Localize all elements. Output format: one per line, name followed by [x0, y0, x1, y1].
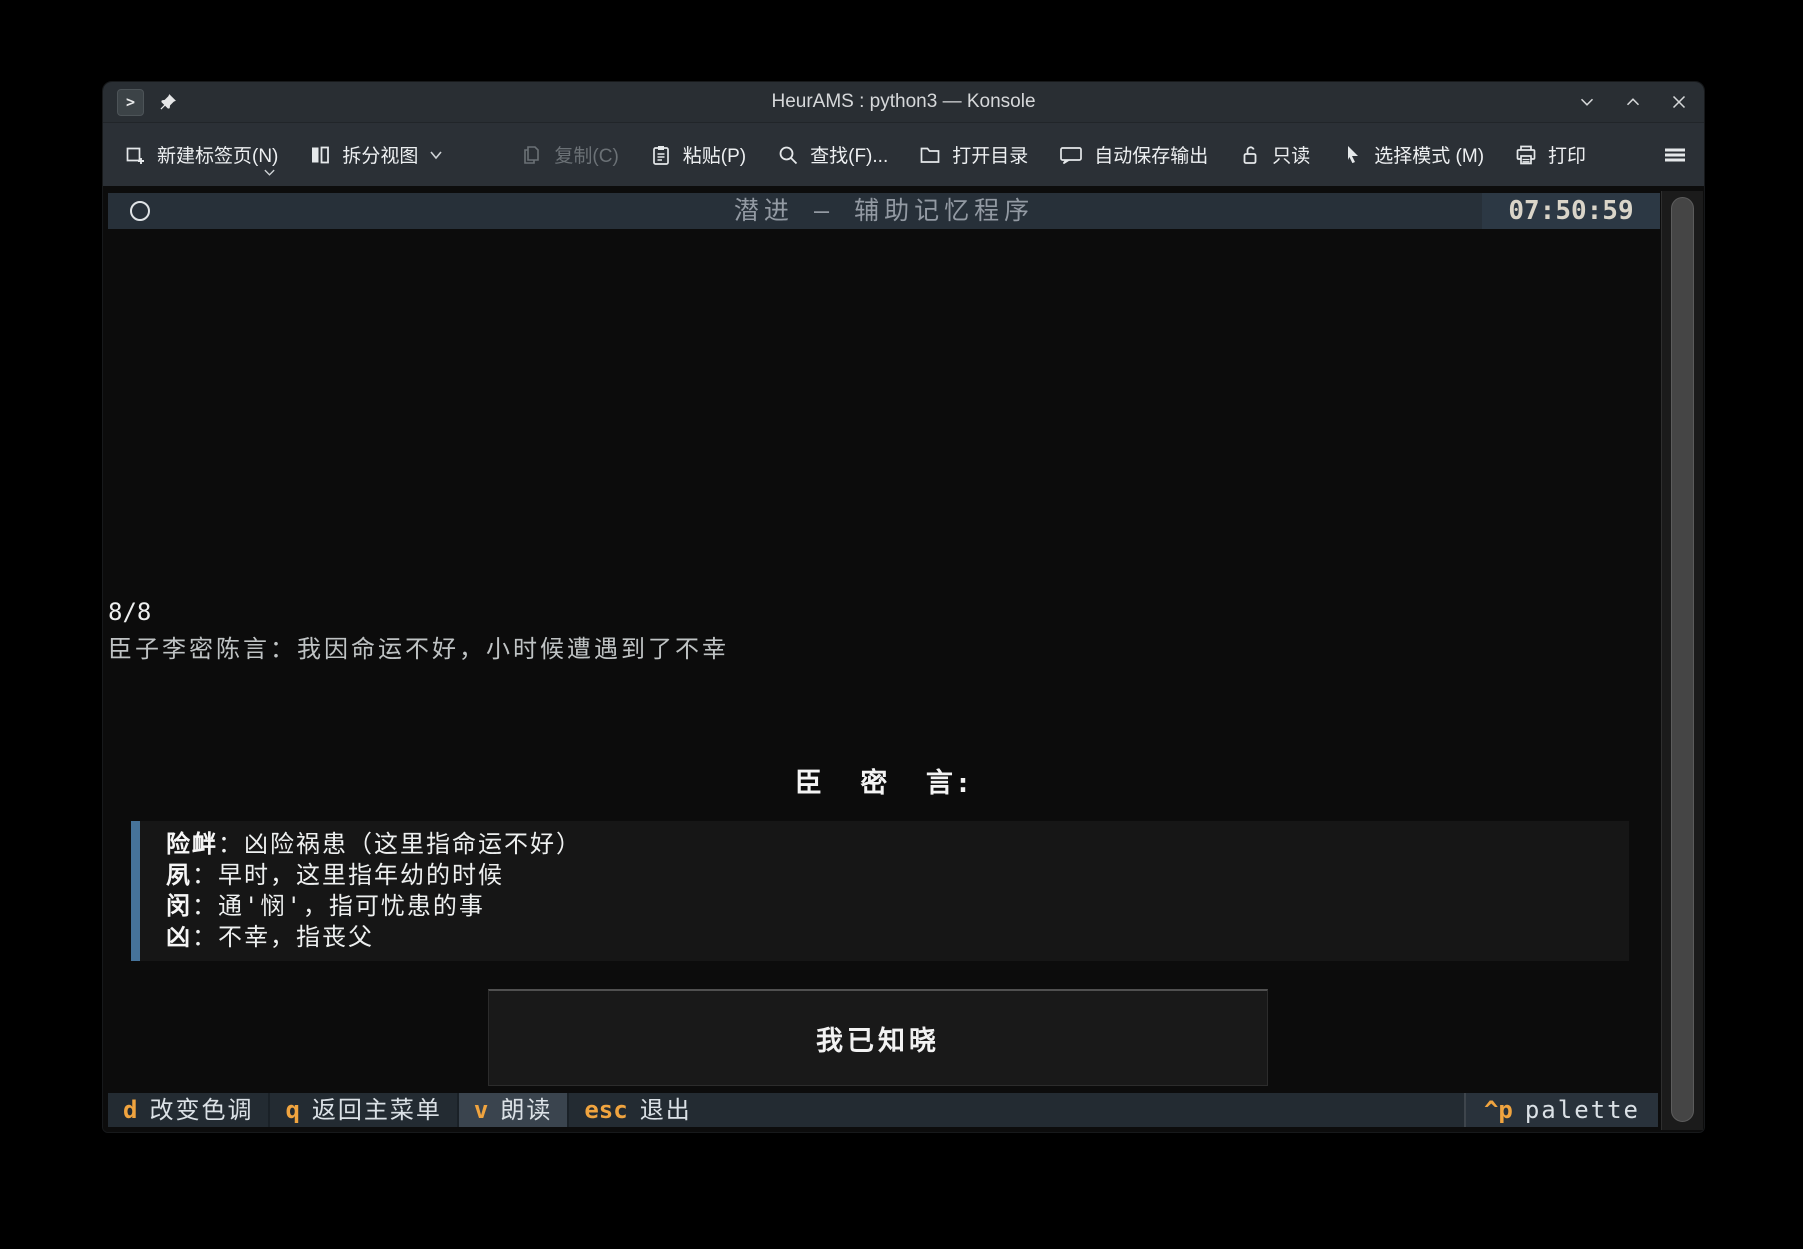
split-view-label: 拆分视图 [342, 141, 418, 168]
copy-icon [520, 143, 544, 167]
acknowledge-button-label: 我已知晓 [816, 1019, 940, 1058]
footer-spacer [707, 1093, 1464, 1127]
copy-label: 复制(C) [554, 141, 618, 168]
copy-button: 复制(C) [520, 141, 618, 168]
key-badge: esc [584, 1093, 627, 1127]
note-term: 夙 [166, 861, 192, 889]
find-label: 查找(F)... [810, 141, 888, 168]
note-line: 闵：通'悯'，指可忧患的事 [166, 891, 1629, 922]
print-button[interactable]: 打印 [1514, 141, 1586, 168]
titlebar: > HeurAMS : python3 — Konsole [103, 82, 1704, 122]
note-desc: ：不幸，指丧父 [192, 923, 374, 951]
annotation-panel: 险衅：凶险祸患（这里指命运不好） 夙：早时，这里指年幼的时候 闵：通'悯'，指可… [131, 821, 1629, 961]
minimize-button[interactable] [1576, 91, 1598, 113]
new-tab-button[interactable]: 新建标签页(N) [123, 141, 278, 168]
hamburger-menu-button[interactable] [1662, 143, 1688, 167]
note-term: 凶 [166, 923, 192, 951]
autosave-output-label: 自动保存输出 [1094, 141, 1208, 168]
tui-footer: d 改变色调 q 返回主菜单 v 朗读 esc 退出 ^p palette [108, 1093, 1658, 1127]
new-tab-menu-arrow-icon [263, 168, 276, 177]
hamburger-icon [1662, 143, 1688, 167]
key-label: 改变色调 [149, 1093, 253, 1127]
cursor-icon [1340, 143, 1364, 167]
find-button[interactable]: 查找(F)... [776, 141, 888, 168]
open-directory-button[interactable]: 打开目录 [918, 141, 1028, 168]
key-label: 返回主菜单 [312, 1093, 442, 1127]
progress-counter: 8/8 [108, 598, 151, 626]
search-icon [776, 143, 800, 167]
close-button[interactable] [1668, 91, 1690, 113]
key-label: palette [1525, 1093, 1640, 1127]
read-only-label: 只读 [1272, 141, 1310, 168]
note-desc: ：凶险祸患（这里指命运不好） [218, 830, 582, 858]
tui-header: 潜进 – 辅助记忆程序 07:50:59 [108, 193, 1660, 229]
note-desc: ：早时，这里指年幼的时候 [192, 861, 504, 889]
read-only-button[interactable]: 只读 [1238, 141, 1310, 168]
footer-binding-palette[interactable]: ^p palette [1464, 1093, 1658, 1127]
print-label: 打印 [1548, 141, 1586, 168]
note-term: 险衅 [166, 830, 218, 858]
select-mode-label: 选择模式 (M) [1374, 141, 1484, 168]
konsole-window: > HeurAMS : python3 — Konsole [102, 81, 1705, 1133]
note-line: 险衅：凶险祸患（这里指命运不好） [166, 829, 1629, 860]
open-directory-label: 打开目录 [952, 141, 1028, 168]
footer-binding-main-menu[interactable]: q 返回主菜单 [268, 1093, 456, 1127]
tui-app-title: 潜进 – 辅助记忆程序 [108, 193, 1660, 229]
folder-icon [918, 143, 942, 167]
maximize-button[interactable] [1622, 91, 1644, 113]
paste-button[interactable]: 粘贴(P) [649, 141, 746, 168]
split-view-chevron-icon [428, 149, 444, 161]
new-tab-icon [123, 143, 147, 167]
split-view-button[interactable]: 拆分视图 [308, 141, 444, 168]
tui-clock: 07:50:59 [1482, 193, 1660, 229]
split-view-icon [308, 143, 332, 167]
printer-icon [1514, 143, 1538, 167]
key-label: 退出 [640, 1093, 692, 1127]
key-badge: d [123, 1093, 137, 1127]
note-line: 凶：不幸，指丧父 [166, 922, 1629, 953]
acknowledge-button[interactable]: 我已知晓 [488, 989, 1268, 1086]
scrollbar-track[interactable] [1661, 191, 1703, 1130]
note-line: 夙：早时，这里指年幼的时候 [166, 860, 1629, 891]
toolbar: 新建标签页(N) 拆分视图 复制(C) [103, 122, 1704, 186]
prompt-sentence: 臣子李密陈言：我因命运不好，小时候遭遇到了不幸 [108, 629, 729, 664]
app-icon-glyph: > [126, 93, 135, 111]
key-badge: q [285, 1093, 299, 1127]
key-label: 朗读 [500, 1093, 552, 1127]
unlock-icon [1238, 143, 1262, 167]
note-desc: ：通'悯'，指可忧患的事 [192, 892, 485, 920]
konsole-app-icon: > [117, 89, 144, 116]
verse-line: 臣 密 言: [108, 765, 1660, 803]
paste-icon [649, 143, 673, 167]
select-mode-button[interactable]: 选择模式 (M) [1340, 141, 1484, 168]
footer-binding-change-theme[interactable]: d 改变色调 [108, 1093, 268, 1127]
new-tab-label: 新建标签页(N) [157, 141, 278, 168]
footer-binding-read-aloud[interactable]: v 朗读 [457, 1093, 567, 1127]
terminal-area: 潜进 – 辅助记忆程序 07:50:59 8/8 臣子李密陈言：我因命运不好，小… [103, 186, 1705, 1133]
window-title: HeurAMS : python3 — Konsole [103, 91, 1704, 113]
pin-icon[interactable] [158, 92, 178, 112]
key-badge: ^p [1484, 1093, 1513, 1127]
autosave-output-button[interactable]: 自动保存输出 [1058, 141, 1208, 168]
footer-binding-quit[interactable]: esc 退出 [567, 1093, 706, 1127]
scrollbar-thumb[interactable] [1671, 197, 1694, 1122]
key-badge: v [474, 1093, 488, 1127]
note-term: 闵 [166, 892, 192, 920]
output-bubble-icon [1058, 143, 1084, 167]
paste-label: 粘贴(P) [683, 141, 746, 168]
